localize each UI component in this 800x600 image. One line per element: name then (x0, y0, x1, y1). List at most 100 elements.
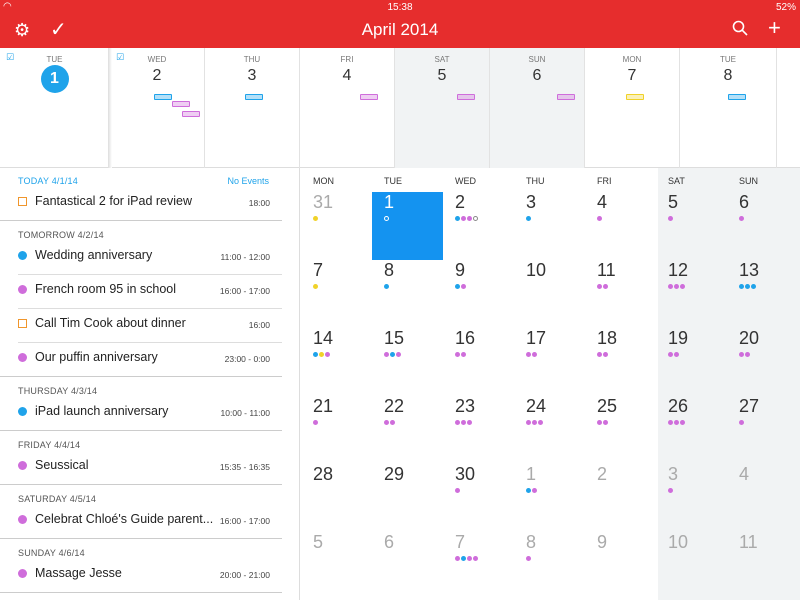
event-row[interactable]: Call Tim Cook about dinner 16:00 (18, 308, 282, 342)
day-cell[interactable]: 2 (443, 192, 514, 260)
day-cell[interactable]: 16 (443, 328, 514, 396)
event-row[interactable]: Fantastical 2 for iPad review 18:00 (18, 186, 282, 220)
week-day-2[interactable]: THU 3 (205, 48, 300, 168)
day-cell[interactable]: 8 (514, 532, 585, 600)
section-header: FRIDAY 4/4/14 (18, 440, 81, 450)
day-cell[interactable]: 2 (585, 464, 656, 532)
day-cell[interactable]: 12 (656, 260, 727, 328)
day-cell[interactable]: 15 (372, 328, 443, 396)
day-cell[interactable]: 29 (372, 464, 443, 532)
day-cell[interactable]: 25 (585, 396, 656, 464)
event-row[interactable]: French room 95 in school 16:00 - 17:00 (18, 274, 282, 308)
day-cell[interactable]: 28 (301, 464, 372, 532)
day-number: 5 (668, 192, 679, 212)
day-cell[interactable]: 8 (372, 260, 443, 328)
task-checkbox-icon[interactable] (18, 197, 27, 206)
day-cell[interactable]: 6 (727, 192, 798, 260)
day-cell[interactable]: 26 (656, 396, 727, 464)
day-cell[interactable]: 4 (585, 192, 656, 260)
day-cell[interactable]: 6 (372, 532, 443, 600)
day-cell[interactable]: 21 (301, 396, 372, 464)
day-number: 2 (455, 192, 466, 212)
week-day-4[interactable]: SAT 5 (395, 48, 490, 168)
day-cell[interactable]: 5 (301, 532, 372, 600)
day-cell[interactable]: 9 (443, 260, 514, 328)
event-dot (526, 556, 531, 561)
week-day-6[interactable]: MON 7 (585, 48, 680, 168)
day-cell[interactable]: 24 (514, 396, 585, 464)
event-bar[interactable] (245, 94, 263, 100)
day-number: 1 (384, 192, 395, 212)
event-row[interactable]: Celebrat Chloé's Guide parent... 16:00 - … (18, 504, 282, 538)
day-cell[interactable]: 27 (727, 396, 798, 464)
day-cell[interactable]: 17 (514, 328, 585, 396)
day-cell[interactable]: 1 (514, 464, 585, 532)
day-cell[interactable]: 14 (301, 328, 372, 396)
event-row[interactable]: Our puffin anniversary 23:00 - 0:00 (18, 342, 282, 376)
day-cell[interactable]: 22 (372, 396, 443, 464)
day-cell[interactable]: 13 (727, 260, 798, 328)
event-bar[interactable] (728, 94, 746, 100)
event-dot (526, 488, 531, 493)
event-row[interactable]: Seussical 15:35 - 16:35 (18, 450, 282, 484)
day-cell[interactable]: 3 (656, 464, 727, 532)
day-cell[interactable]: 20 (727, 328, 798, 396)
today-circle[interactable]: 1 (40, 65, 69, 93)
day-number: 28 (313, 464, 334, 484)
day-cell[interactable]: 18 (585, 328, 656, 396)
event-dots (597, 420, 609, 426)
event-dot (739, 216, 744, 221)
page-title[interactable]: April 2014 (0, 20, 800, 40)
event-dot (739, 352, 744, 357)
event-list[interactable]: TODAY 4/1/14 No Events Fantastical 2 for i… (0, 168, 300, 600)
day-cell[interactable]: 1 (372, 192, 443, 260)
event-bar[interactable] (626, 94, 644, 100)
event-dot (467, 420, 472, 425)
day-cell[interactable]: 4 (727, 464, 798, 532)
day-cell[interactable]: 23 (443, 396, 514, 464)
event-title: Call Tim Cook about dinner (35, 316, 186, 330)
no-events-label[interactable]: No Events (227, 176, 269, 186)
event-dot (390, 352, 395, 357)
event-dots (526, 420, 544, 426)
task-done-icon (473, 216, 478, 221)
search-icon[interactable] (732, 19, 748, 41)
event-dot (597, 216, 602, 221)
day-cell[interactable]: 10 (656, 532, 727, 600)
section-divider (0, 592, 282, 593)
day-cell[interactable]: 31 (301, 192, 372, 260)
week-day-3[interactable]: FRI 4 (300, 48, 395, 168)
event-bar[interactable] (154, 94, 172, 100)
day-cell[interactable]: 11 (727, 532, 798, 600)
week-day-7[interactable]: TUE 8 (680, 48, 777, 168)
day-cell[interactable]: 7 (443, 532, 514, 600)
day-cell[interactable]: 3 (514, 192, 585, 260)
event-row[interactable]: Wedding anniversary 11:00 - 12:00 (18, 240, 282, 274)
event-row[interactable]: Massage Jesse 20:00 - 21:00 (18, 558, 282, 592)
event-bar[interactable] (182, 111, 200, 117)
event-bar[interactable] (360, 94, 378, 100)
event-dot (384, 284, 389, 289)
day-cell[interactable]: 30 (443, 464, 514, 532)
day-cell[interactable]: 7 (301, 260, 372, 328)
event-dots (455, 352, 467, 358)
week-day-1[interactable]: ☑ WED 2 (110, 48, 205, 168)
event-bar[interactable] (557, 94, 575, 100)
week-day-0[interactable]: ☑ TUE 1 (0, 48, 110, 168)
day-cell[interactable]: 11 (585, 260, 656, 328)
day-cell[interactable]: 9 (585, 532, 656, 600)
day-cell[interactable]: 5 (656, 192, 727, 260)
day-cell[interactable]: 10 (514, 260, 585, 328)
event-row[interactable]: iPad launch anniversary 10:00 - 11:00 (18, 396, 282, 430)
week-strip[interactable]: ☑ TUE 1 ☑ WED 2 THU 3 FRI 4 SAT 5 SUN 6 MON 7 TUE 8 (0, 48, 800, 168)
month-grid[interactable]: MON TUE WED THU FRI SAT SUN 31 1 2 3 4 5 6 7 8 9 10 11 12 13… (301, 168, 800, 600)
event-bar[interactable] (172, 101, 190, 107)
add-icon[interactable]: + (768, 17, 781, 39)
day-cell[interactable]: 19 (656, 328, 727, 396)
event-title: Our puffin anniversary (35, 350, 158, 364)
event-dot (739, 284, 744, 289)
week-day-5[interactable]: SUN 6 (490, 48, 585, 168)
event-bar[interactable] (457, 94, 475, 100)
event-dot (396, 352, 401, 357)
task-checkbox-icon[interactable] (18, 319, 27, 328)
